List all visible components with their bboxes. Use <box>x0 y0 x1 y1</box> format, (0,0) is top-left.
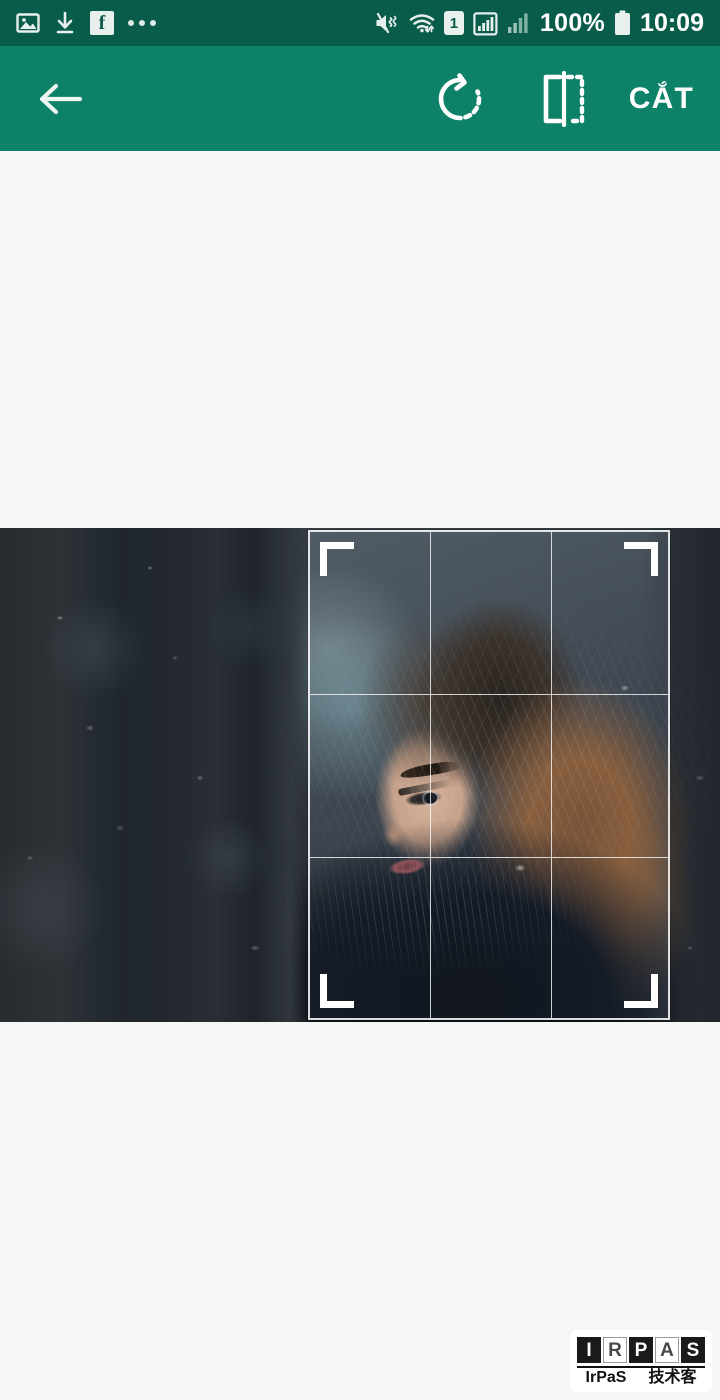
gallery-image-icon <box>16 13 40 33</box>
battery-icon <box>615 10 631 35</box>
battery-percent-label: 100% <box>539 8 606 37</box>
watermark-subtitle-cjk: 技术客 <box>648 1369 697 1386</box>
clock-label: 10:09 <box>640 8 704 37</box>
hair-strands-overlay-lower <box>0 528 720 1022</box>
mute-volume-off-icon <box>376 12 397 34</box>
watermark-letter-5: S <box>681 1337 705 1363</box>
photo-container[interactable] <box>0 528 720 1022</box>
watermark-letter-3: P <box>629 1337 653 1363</box>
flip-button[interactable] <box>525 60 603 138</box>
rotate-button[interactable] <box>421 60 499 138</box>
facebook-icon: f <box>90 11 114 35</box>
watermark-letter-4: A <box>655 1337 679 1363</box>
editor-toolbar: CẮT <box>0 46 720 151</box>
watermark: I R P A S IrPaS 技术客 <box>570 1330 712 1392</box>
watermark-subtitle: IrPaS 技术客 <box>586 1370 697 1386</box>
crop-button[interactable]: CẮT <box>629 82 694 116</box>
signal-bars-icon <box>507 13 528 33</box>
status-bar: f 1 100% 10:09 <box>0 0 720 46</box>
wifi-transfer-icon <box>409 14 435 33</box>
more-dots-icon <box>128 20 156 26</box>
status-bar-indicators: 1 100% 10:09 <box>374 10 704 36</box>
watermark-letter-2: R <box>603 1337 627 1363</box>
download-icon <box>56 11 74 34</box>
watermark-subtitle-latin: IrPaS <box>585 1369 627 1386</box>
screen-root: f 1 100% 10:09 CẮT I R P A S IrPaS 技术客 <box>0 0 720 1400</box>
sim-card-icon: 1 <box>443 11 464 35</box>
rotate-icon <box>438 72 482 120</box>
watermark-letter-1: I <box>577 1337 601 1363</box>
status-bar-notifications: f <box>16 11 156 35</box>
flip-horizontal-icon <box>543 70 584 127</box>
editor-canvas[interactable]: I R P A S IrPaS 技术客 <box>0 151 720 1400</box>
signal-boxed-icon <box>473 11 498 36</box>
back-arrow-icon <box>39 83 83 114</box>
watermark-letters: I R P A S <box>577 1337 705 1363</box>
back-button[interactable] <box>30 69 90 129</box>
watermark-divider <box>577 1366 705 1368</box>
